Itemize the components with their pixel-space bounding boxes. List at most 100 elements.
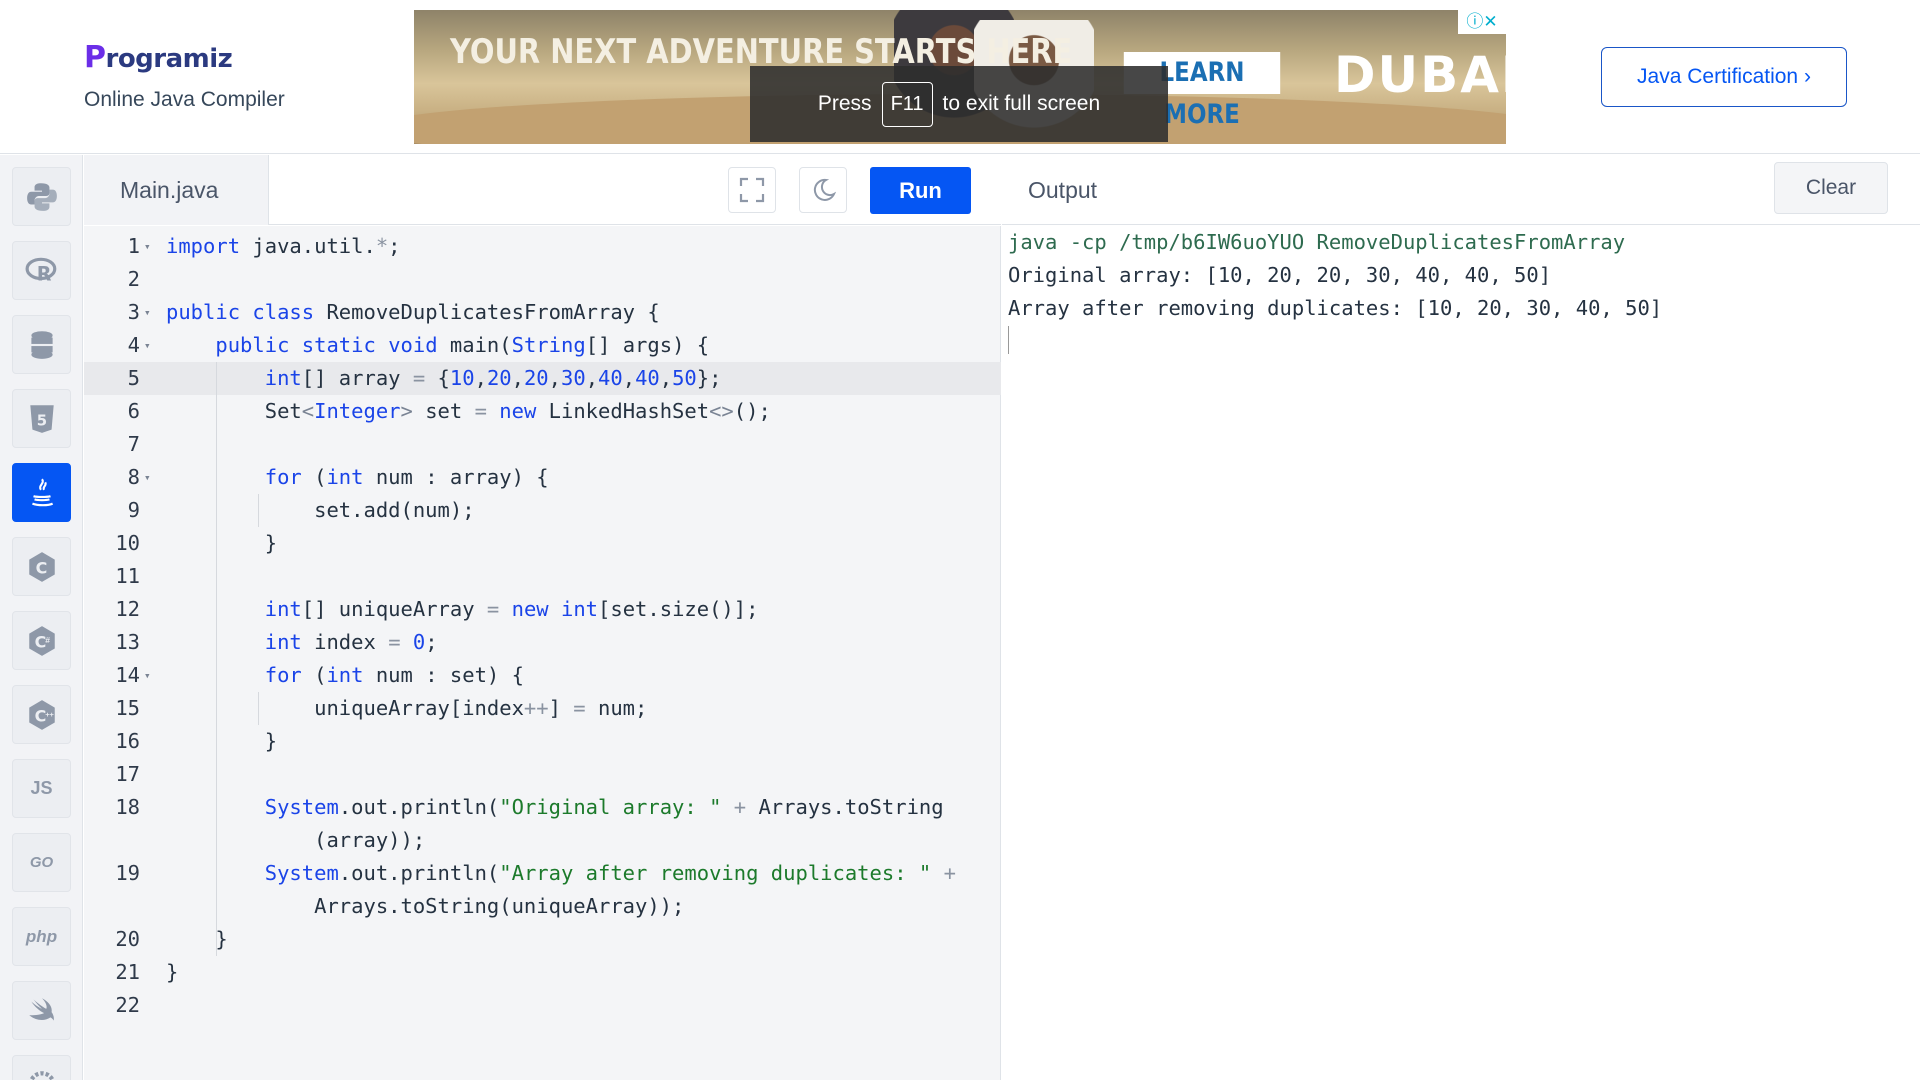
output-line: Original array: [10, 20, 20, 30, 40, 40,… (1008, 263, 1552, 287)
sidebar-item-swift[interactable] (12, 981, 71, 1040)
code-line[interactable]: 4 ▾ public static void main(String[] args… (84, 329, 1001, 362)
sidebar-item-php[interactable]: php (12, 907, 71, 966)
programiz-logo[interactable]: Programiz (84, 40, 233, 75)
code-line[interactable]: 9 set.add(num); (84, 494, 1001, 527)
sidebar-item-html[interactable]: 5 (12, 389, 71, 448)
code-token: "Original array: " (499, 795, 722, 819)
code-token: [set.size()]; (598, 597, 759, 621)
code-token: Arrays.toString(uniqueArray)); (166, 894, 685, 918)
logo-letter: P (84, 40, 106, 75)
fold-arrow-icon[interactable]: ▾ (144, 296, 151, 329)
code-token: + (943, 861, 956, 885)
java-certification-button[interactable]: Java Certification › (1601, 47, 1847, 107)
code-token: , (659, 366, 673, 390)
code-line[interactable]: 5 int[] array = {10,20,20,30,40,40,50}; (84, 362, 1001, 395)
run-button[interactable]: Run (870, 167, 971, 214)
code-token: <> (709, 399, 734, 423)
code-line[interactable]: 22 (84, 989, 1001, 1022)
page-subtitle: Online Java Compiler (84, 88, 285, 111)
line-number: 22 (115, 993, 140, 1017)
line-number: 12 (115, 597, 140, 621)
code-line[interactable]: 12 int[] uniqueArray = new int[set.size(… (84, 593, 1001, 626)
code-token: , (511, 366, 524, 390)
sidebar-item-cpp[interactable]: C ++ (12, 685, 71, 744)
code-token: System (264, 861, 339, 885)
code-token: String (511, 333, 586, 357)
ad-headline: YOUR NEXT ADVENTURE STARTS HERE (450, 32, 1073, 72)
code-token: , (622, 366, 636, 390)
code-token: ++ (523, 696, 549, 720)
code-line[interactable]: 14 ▾ for (int num : set) { (84, 659, 1001, 692)
code-token: public (166, 300, 241, 324)
tab-main-java[interactable]: Main.java (84, 155, 269, 225)
fold-arrow-icon[interactable]: ▾ (144, 461, 151, 494)
code-token: int (264, 366, 302, 390)
code-line[interactable]: 6 Set<Integer> set = new LinkedHashSet<>… (84, 395, 1001, 428)
code-line[interactable]: 18 System.out.println("Original array: "… (84, 791, 1001, 824)
fold-arrow-icon[interactable]: ▾ (144, 659, 151, 692)
output-console[interactable]: java -cp /tmp/b6IW6uoYUO RemoveDuplicate… (1002, 226, 1920, 1080)
code-token: , (474, 366, 487, 390)
code-line[interactable]: 10 } (84, 527, 1001, 560)
code-editor[interactable]: 1 ▾ import java.util.*; 2 3 ▾ public class Rem… (84, 226, 1001, 1080)
sidebar-item-javascript[interactable]: JS (12, 759, 71, 818)
code-line[interactable]: 1 ▾ import java.util.*; (84, 230, 1001, 263)
code-line[interactable]: 16 } (84, 725, 1001, 758)
fold-arrow-icon[interactable]: ▾ (144, 329, 151, 362)
code-text: } (166, 725, 277, 758)
code-line[interactable]: 17 (84, 758, 1001, 791)
line-number: 9 (127, 498, 140, 522)
code-token: static (301, 333, 376, 357)
line-number: 7 (127, 432, 140, 456)
clear-button[interactable]: Clear (1774, 162, 1888, 214)
sidebar-item-sql[interactable] (12, 315, 71, 374)
code-line[interactable]: 19 System.out.println("Array after remov… (84, 857, 1001, 890)
code-line[interactable]: 8 ▾ for (int num : array) { (84, 461, 1001, 494)
code-line[interactable]: Arrays.toString(uniqueArray)); (84, 890, 1001, 923)
fold-arrow-icon[interactable]: ▾ (144, 230, 151, 263)
code-token: = (486, 597, 500, 621)
code-token: for (264, 465, 302, 489)
code-line[interactable]: 15 uniqueArray[index++] = num; (84, 692, 1001, 725)
code-line[interactable]: 20 } (84, 923, 1001, 956)
ad-brand-logo: DUBAI (1334, 46, 1506, 104)
code-text: Arrays.toString(uniqueArray)); (166, 890, 684, 923)
code-token: .out.println( (338, 861, 500, 885)
code-line[interactable]: 13 int index = 0; (84, 626, 1001, 659)
sidebar-item-csharp[interactable]: C # (12, 611, 71, 670)
code-line[interactable]: (array)); (84, 824, 1001, 857)
line-number: 15 (115, 696, 140, 720)
sidebar-item-python[interactable] (12, 167, 71, 226)
code-text: System.out.println("Original array: " + … (166, 791, 944, 824)
code-text: int[] array = {10,20,20,30,40,40,50}; (166, 362, 722, 395)
line-number: 6 (127, 399, 140, 423)
code-text: } (166, 923, 227, 956)
code-line[interactable]: 3 ▾ public class RemoveDuplicatesFromArray… (84, 296, 1001, 329)
code-token: new (499, 399, 537, 423)
code-token: uniqueArray[index (166, 696, 524, 720)
svg-text:++: ++ (45, 710, 54, 719)
sidebar-item-go[interactable]: GO (12, 833, 71, 892)
sidebar-item-c[interactable]: C (12, 537, 71, 596)
code-line[interactable]: 11 (84, 560, 1001, 593)
python-icon (26, 182, 57, 211)
line-number: 8 (127, 465, 140, 489)
sidebar-item-java[interactable] (12, 463, 71, 522)
database-icon (30, 330, 53, 359)
code-line[interactable]: 21} (84, 956, 1001, 989)
fullscreen-button[interactable] (728, 167, 776, 213)
code-token: }; (696, 366, 722, 390)
code-token: System (264, 795, 339, 819)
code-line[interactable]: 2 (84, 263, 1001, 296)
sidebar-item-rust[interactable] (12, 1055, 71, 1080)
ad-close-icon[interactable]: ⓘ✕ (1458, 10, 1506, 34)
dark-mode-button[interactable] (799, 167, 847, 213)
code-text: int index = 0; (166, 626, 438, 659)
sidebar-item-r[interactable]: R (12, 241, 71, 300)
code-line[interactable]: 7 (84, 428, 1001, 461)
line-number: 11 (115, 564, 140, 588)
code-text: } (166, 956, 178, 989)
code-token: for (264, 663, 302, 687)
